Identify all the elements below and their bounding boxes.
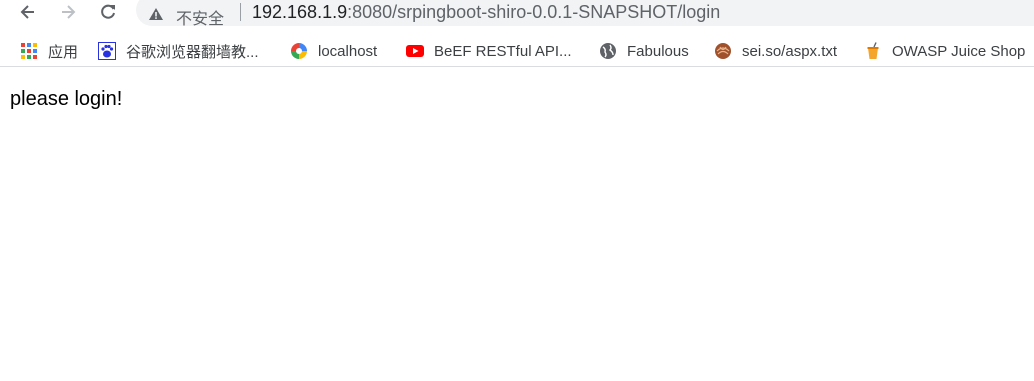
bookmark-fabulous[interactable]: Fabulous bbox=[599, 40, 689, 62]
globe-icon bbox=[600, 43, 616, 59]
bookmarks-bar: 应用 谷歌浏览器翻墙教... localhost BeEF RESTful AP… bbox=[0, 36, 1034, 67]
bookmark-sei-aspx[interactable]: sei.so/aspx.txt bbox=[714, 40, 837, 62]
back-button[interactable] bbox=[16, 0, 40, 24]
apps-grid-icon bbox=[21, 43, 37, 59]
security-status-text[interactable]: 不安全 bbox=[176, 5, 224, 29]
baidu-paw-icon bbox=[98, 42, 116, 60]
bookmark-label: 谷歌浏览器翻墙教... bbox=[126, 43, 259, 61]
swirl-ball-icon bbox=[715, 43, 731, 59]
juice-cup-icon bbox=[867, 42, 879, 59]
bookmark-owasp-juice-shop[interactable]: OWASP Juice Shop bbox=[864, 40, 1025, 62]
back-arrow-icon bbox=[20, 5, 34, 19]
bookmark-label: Fabulous bbox=[627, 42, 689, 60]
youtube-icon bbox=[406, 45, 424, 57]
bookmark-label: localhost bbox=[318, 42, 378, 60]
url-text[interactable]: 192.168.1.9:8080/srpingboot-shiro-0.0.1-… bbox=[252, 2, 720, 23]
reload-icon bbox=[101, 4, 115, 19]
bookmark-label: sei.so/aspx.txt bbox=[742, 42, 838, 60]
forward-arrow-icon bbox=[62, 5, 76, 19]
bookmark-label: 应用 bbox=[48, 43, 79, 61]
colorful-swirl-icon bbox=[291, 43, 307, 59]
address-bar[interactable]: 不安全 192.168.1.9:8080/srpingboot-shiro-0.… bbox=[136, 0, 1034, 29]
bookmark-label: BeEF RESTful API... bbox=[434, 42, 572, 60]
bookmark-apps[interactable]: 应用 bbox=[20, 40, 78, 62]
reload-button[interactable] bbox=[96, 0, 120, 24]
bookmark-beef-api[interactable]: BeEF RESTful API... bbox=[406, 40, 572, 62]
security-separator bbox=[240, 3, 241, 21]
url-host: 192.168.1.9 bbox=[252, 2, 348, 22]
browser-toolbar: 不安全 192.168.1.9:8080/srpingboot-shiro-0.… bbox=[0, 0, 1034, 28]
login-message: please login! bbox=[10, 88, 123, 110]
bookmark-chrome-guide[interactable]: 谷歌浏览器翻墙教... bbox=[98, 40, 259, 62]
url-path: :8080/srpingboot-shiro-0.0.1-SNAPSHOT/lo… bbox=[347, 2, 721, 22]
bookmark-label: OWASP Juice Shop bbox=[892, 42, 1026, 60]
bookmark-localhost[interactable]: localhost bbox=[290, 40, 377, 62]
forward-button[interactable] bbox=[56, 0, 80, 24]
warning-triangle-icon[interactable] bbox=[148, 6, 164, 22]
